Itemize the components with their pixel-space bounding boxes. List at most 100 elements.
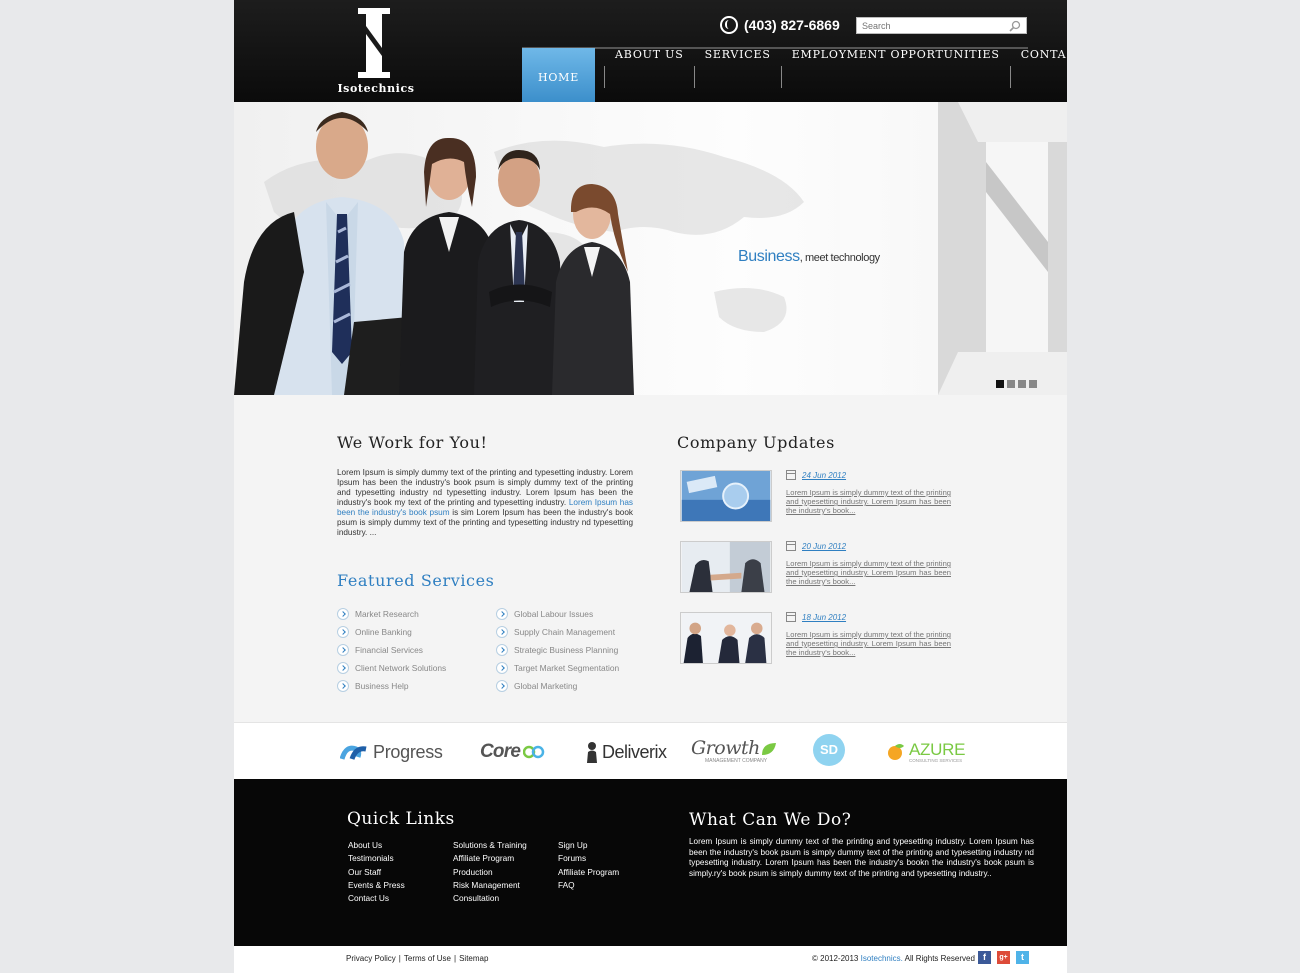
update-thumbnail[interactable] [680, 541, 772, 593]
logo[interactable]: Isotechnics [330, 8, 422, 96]
footer-link[interactable]: Solutions & Training [453, 840, 527, 853]
footer-link[interactable]: Our Staff [348, 867, 405, 880]
chevron-right-icon [337, 626, 349, 638]
hero-tagline: Business, meet technology [738, 248, 880, 266]
footer-link[interactable]: Forums [558, 853, 619, 866]
service-item[interactable]: Market Research [337, 605, 446, 623]
footer-link[interactable]: Affiliate Program [558, 867, 619, 880]
slider-dot-1[interactable] [996, 380, 1004, 388]
service-label: Client Network Solutions [355, 663, 447, 673]
separator: | [398, 954, 401, 963]
partner-azure-logo[interactable]: AZURE CONSULTING SERVICES [886, 739, 965, 765]
chevron-right-icon [337, 644, 349, 656]
partner-sd-logo[interactable]: SD [813, 734, 845, 766]
service-item[interactable]: Financial Services [337, 641, 446, 659]
work-title: We Work for You! [337, 433, 488, 452]
footer-link[interactable]: Events & Press [348, 880, 405, 893]
footer-link[interactable]: Risk Management [453, 880, 527, 893]
terms-of-use-link[interactable]: Terms of Use [404, 954, 451, 963]
update-thumbnail[interactable] [680, 470, 772, 522]
partner-deliverix-logo[interactable]: Deliverix [585, 739, 667, 765]
footer-link[interactable]: Testimonials [348, 853, 405, 866]
facebook-icon[interactable]: f [978, 951, 991, 964]
copyright-brand-link[interactable]: Isotechnics. [861, 954, 903, 963]
service-label: Online Banking [355, 627, 412, 637]
copyright: © 2012-2013 Isotechnics. All Rights Rese… [812, 954, 975, 963]
slider-dot-3[interactable] [1018, 380, 1026, 388]
logo-art-panel [938, 102, 1067, 395]
what-can-we-do-text: Lorem Ipsum is simply dummy text of the … [689, 837, 1034, 878]
update-date[interactable]: 24 Jun 2012 [786, 470, 846, 480]
nav-employment-opportunities[interactable]: EMPLOYMENT OPPORTUNITIES [782, 48, 1010, 88]
update-date[interactable]: 18 Jun 2012 [786, 612, 846, 622]
update-excerpt[interactable]: Lorem Ipsum is simply dummy text of the … [786, 630, 951, 657]
logo-mark-icon [358, 8, 390, 78]
partner-growth-logo[interactable]: Growth MANAGEMENT COMPANY [691, 739, 778, 765]
update-excerpt[interactable]: Lorem Ipsum is simply dummy text of the … [786, 559, 951, 586]
phone-number: (403) 827-6869 [720, 15, 840, 35]
service-item[interactable]: Supply Chain Management [496, 623, 619, 641]
update-item: 18 Jun 2012 Lorem Ipsum is simply dummy … [680, 612, 960, 666]
main-content: We Work for You! Lorem Ipsum is simply d… [234, 395, 1067, 722]
search-icon[interactable] [1009, 20, 1021, 32]
phone-text: (403) 827-6869 [744, 17, 840, 33]
core-logo-icon [523, 745, 545, 759]
search-box [856, 17, 1027, 34]
leaf-icon [761, 742, 776, 755]
footer-link[interactable]: FAQ [558, 880, 619, 893]
deliverix-logo-icon [587, 742, 597, 763]
company-updates-title: Company Updates [677, 433, 835, 452]
service-item[interactable]: Online Banking [337, 623, 446, 641]
copyright-prefix: © 2012-2013 [812, 954, 861, 963]
slider-dot-4[interactable] [1029, 380, 1037, 388]
service-item[interactable]: Client Network Solutions [337, 659, 446, 677]
nav-contact-us[interactable]: CONTACT US [1011, 48, 1067, 88]
service-item[interactable]: Business Help [337, 677, 446, 695]
update-date-text: 24 Jun 2012 [802, 470, 847, 480]
services-list-left: Market Research Online Banking Financial… [337, 605, 446, 695]
chevron-right-icon [337, 662, 349, 674]
search-input[interactable] [857, 18, 1007, 33]
azure-wordmark: AZURE CONSULTING SERVICES [909, 741, 965, 763]
footer-link[interactable]: Consultation [453, 893, 527, 906]
service-label: Supply Chain Management [514, 627, 616, 637]
footer-link[interactable]: About Us [348, 840, 405, 853]
nav-about-us[interactable]: ABOUT US [605, 48, 694, 88]
service-item[interactable]: Global Marketing [496, 677, 619, 695]
privacy-policy-link[interactable]: Privacy Policy [346, 954, 396, 963]
slider-dot-2[interactable] [1007, 380, 1015, 388]
footer-link[interactable]: Sign Up [558, 840, 619, 853]
growth-subtitle: MANAGEMENT COMPANY [705, 758, 768, 764]
nav-services[interactable]: SERVICES [695, 48, 781, 88]
social-links: f g+ t [978, 951, 1029, 964]
google-plus-icon[interactable]: g+ [997, 951, 1010, 964]
page: Isotechnics (403) 827-6869 HOME ABOUT US… [234, 0, 1067, 973]
work-intro: Lorem Ipsum is simply dummy text of the … [337, 468, 633, 538]
sd-logo-circle: SD [813, 734, 845, 766]
chevron-right-icon [337, 680, 349, 692]
update-item: 24 Jun 2012 Lorem Ipsum is simply dummy … [680, 470, 960, 524]
update-thumbnail[interactable] [680, 612, 772, 664]
hero-banner: Business, meet technology [234, 102, 1067, 395]
partner-progress-logo[interactable]: Progress [340, 739, 443, 765]
service-item[interactable]: Target Market Segmentation [496, 659, 619, 677]
growth-row: Growth [691, 739, 778, 758]
azure-logo-icon [888, 744, 904, 760]
sitemap-link[interactable]: Sitemap [459, 954, 488, 963]
quick-links-col-2: Solutions & Training Affiliate Program P… [453, 840, 527, 906]
footer-link[interactable]: Affiliate Program [453, 853, 527, 866]
update-date-text: 20 Jun 2012 [802, 541, 847, 551]
footer-link[interactable]: Production [453, 867, 527, 880]
update-excerpt[interactable]: Lorem Ipsum is simply dummy text of the … [786, 488, 951, 515]
nav-home[interactable]: HOME [522, 48, 595, 110]
partner-logos: Progress Core Deliverix Growth MANAGEMEN… [234, 722, 1067, 779]
main-nav: HOME ABOUT US SERVICES EMPLOYMENT OPPORT… [522, 48, 1067, 110]
update-date[interactable]: 20 Jun 2012 [786, 541, 846, 551]
twitter-icon[interactable]: t [1016, 951, 1029, 964]
partner-core-logo[interactable]: Core [480, 739, 545, 765]
service-item[interactable]: Global Labour Issues [496, 605, 619, 623]
footer-link[interactable]: Contact Us [348, 893, 405, 906]
growth-text: Growth [691, 737, 760, 759]
service-item[interactable]: Strategic Business Planning [496, 641, 619, 659]
tagline-rest: , meet technology [799, 252, 880, 264]
